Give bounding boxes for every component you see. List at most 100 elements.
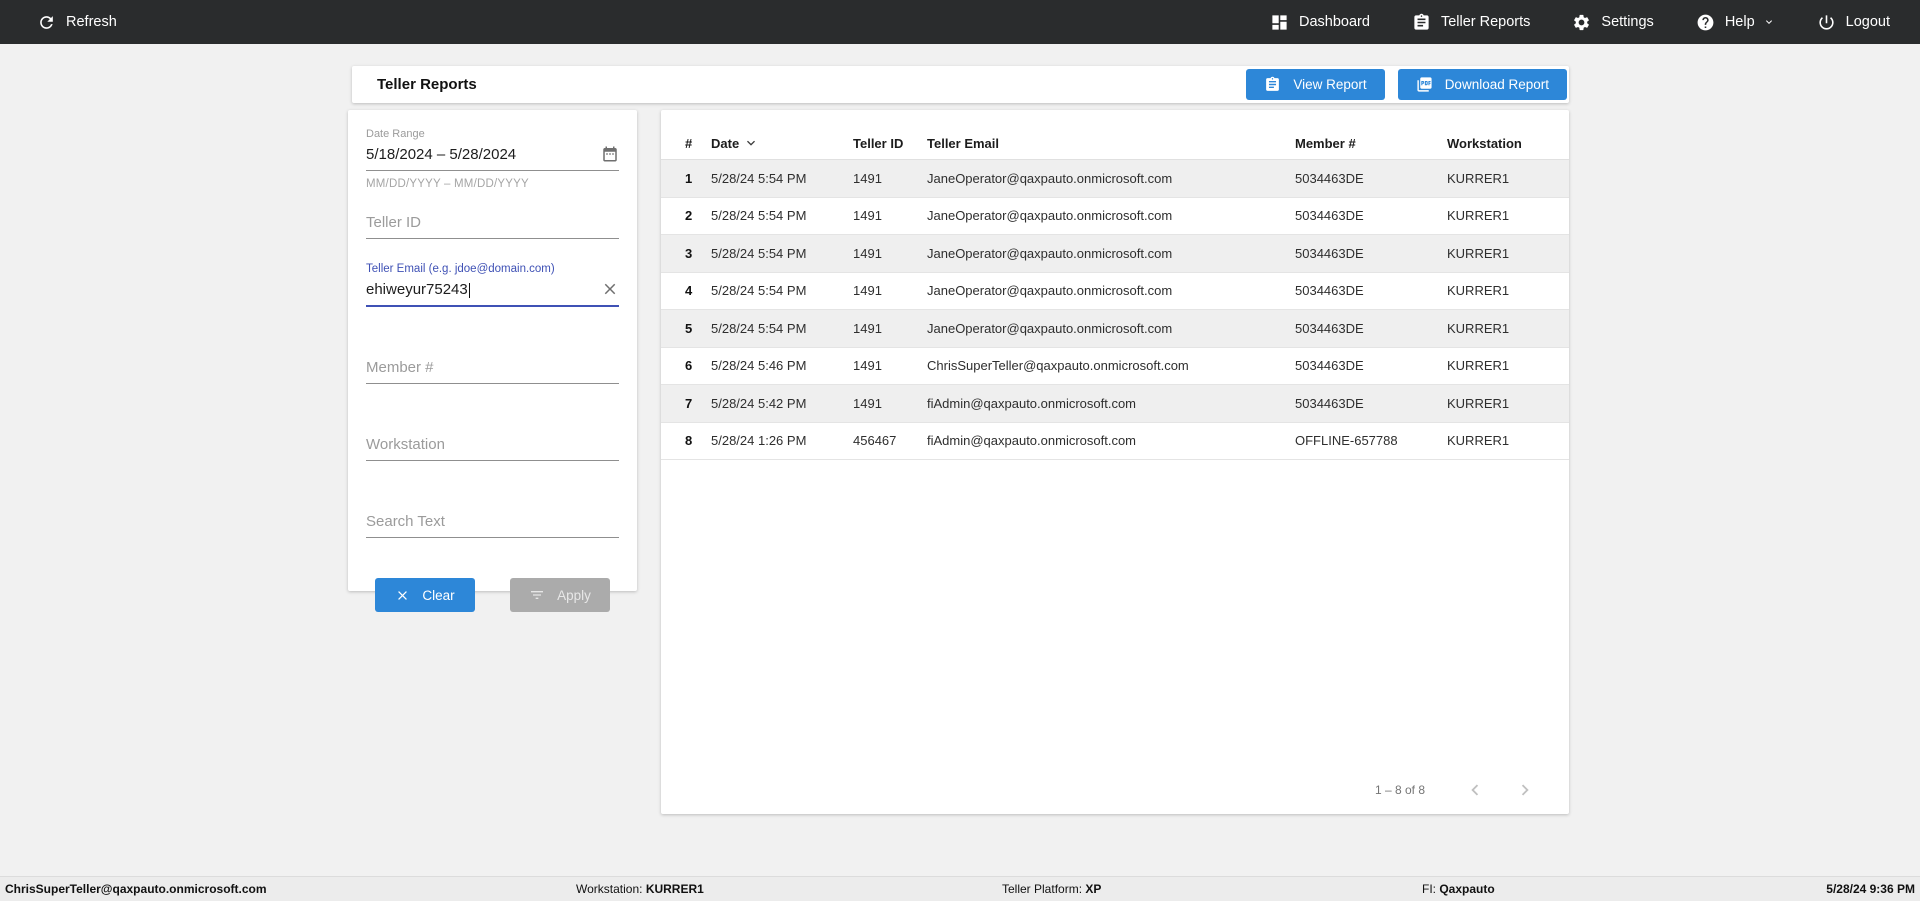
cell-teller-email: JaneOperator@qaxpauto.onmicrosoft.com — [927, 283, 1173, 299]
calendar-icon[interactable] — [601, 145, 619, 163]
pdf-icon — [1417, 77, 1432, 92]
chevron-down-icon — [1765, 20, 1772, 24]
table-row[interactable]: 5 5/28/24 5:54 PM 1491 JaneOperator@qaxp… — [661, 310, 1569, 348]
status-user-email: ChrisSuperTeller@qaxpauto.onmicrosoft.co… — [5, 882, 267, 896]
cell-date: 5/28/24 5:42 PM — [711, 395, 807, 411]
cell-member-number: 5034463DE — [1295, 245, 1364, 261]
cell-member-number: 5034463DE — [1295, 320, 1364, 336]
title-bar: Teller Reports View Report Download Repo… — [352, 66, 1569, 103]
table-row[interactable]: 3 5/28/24 5:54 PM 1491 JaneOperator@qaxp… — [661, 235, 1569, 273]
member-number-input[interactable]: Member # — [366, 359, 434, 376]
pagination-range-label: 1 – 8 of 8 — [1374, 783, 1425, 797]
teller-id-input[interactable]: Teller ID — [366, 214, 421, 231]
cell-teller-id: 1491 — [853, 358, 882, 374]
cell-member-number: 5034463DE — [1295, 395, 1364, 411]
col-date-label: Date — [711, 135, 740, 151]
apply-button[interactable]: Apply — [510, 578, 610, 612]
download-report-label: Download Report — [1444, 77, 1549, 92]
view-report-button[interactable]: View Report — [1246, 69, 1385, 100]
row-number: 6 — [685, 358, 693, 374]
table-row[interactable]: 7 5/28/24 5:42 PM 1491 fiAdmin@qaxpauto.… — [661, 385, 1569, 423]
nav-settings[interactable]: Settings — [1572, 13, 1654, 32]
chevron-right-icon — [1521, 784, 1529, 796]
cell-member-number: 5034463DE — [1295, 170, 1364, 186]
cell-teller-email: fiAdmin@qaxpauto.onmicrosoft.com — [927, 395, 1137, 411]
row-number: 3 — [685, 245, 693, 261]
paginator: 1 – 8 of 8 — [1375, 778, 1537, 802]
col-date-sort[interactable]: Date — [711, 135, 853, 151]
cell-teller-email: JaneOperator@qaxpauto.onmicrosoft.com — [927, 245, 1173, 261]
status-fi: FI: Qaxpauto — [1422, 882, 1495, 896]
cell-workstation: KURRER1 — [1447, 170, 1510, 186]
cell-workstation: KURRER1 — [1447, 433, 1510, 449]
status-bar: ChrisSuperTeller@qaxpauto.onmicrosoft.co… — [0, 876, 1920, 901]
page-background: Teller Reports View Report Download Repo… — [0, 44, 1920, 876]
cell-teller-id: 1491 — [853, 245, 882, 261]
cell-date: 5/28/24 5:46 PM — [711, 358, 807, 374]
nav-teller-reports[interactable]: Teller Reports — [1412, 13, 1530, 32]
date-range-input[interactable]: 5/18/2024 – 5/28/2024 — [366, 146, 516, 163]
topbar-right: Dashboard Teller Reports Settings Help L… — [1270, 13, 1890, 32]
table-body: 1 5/28/24 5:54 PM 1491 JaneOperator@qaxp… — [661, 160, 1569, 460]
table-row[interactable]: 4 5/28/24 5:54 PM 1491 JaneOperator@qaxp… — [661, 273, 1569, 310]
col-teller-email: Teller Email — [927, 135, 1000, 151]
clipboard-icon — [1266, 76, 1280, 91]
filter-icon — [531, 591, 544, 599]
cell-member-number: 5034463DE — [1295, 358, 1364, 374]
nav-dashboard[interactable]: Dashboard — [1270, 13, 1370, 32]
chevron-left-icon — [1471, 784, 1479, 796]
nav-help[interactable]: Help — [1696, 13, 1775, 32]
refresh-label: Refresh — [66, 14, 117, 30]
teller-email-input[interactable]: ehiweyur75243 — [366, 281, 470, 298]
cell-teller-id: 456467 — [853, 433, 897, 449]
cell-workstation: KURRER1 — [1447, 245, 1510, 261]
previous-page-button[interactable] — [1463, 778, 1487, 802]
cell-date: 5/28/24 5:54 PM — [711, 283, 807, 299]
cell-teller-email: ChrisSuperTeller@qaxpauto.onmicrosoft.co… — [927, 358, 1189, 374]
cell-teller-id: 1491 — [853, 208, 882, 224]
row-number: 5 — [685, 320, 693, 336]
title-actions: View Report Download Report — [1246, 69, 1567, 100]
nav-teller-reports-label: Teller Reports — [1440, 14, 1531, 30]
refresh-icon — [40, 15, 53, 29]
nav-logout[interactable]: Logout — [1817, 13, 1890, 32]
row-number: 1 — [685, 170, 693, 186]
clear-button[interactable]: Clear — [375, 578, 475, 612]
table-row[interactable]: 2 5/28/24 5:54 PM 1491 JaneOperator@qaxp… — [661, 198, 1569, 235]
cell-teller-email: fiAdmin@qaxpauto.onmicrosoft.com — [927, 433, 1137, 449]
text-caret — [468, 282, 470, 298]
cell-teller-email: JaneOperator@qaxpauto.onmicrosoft.com — [927, 208, 1173, 224]
row-number: 8 — [685, 433, 693, 449]
apply-button-label: Apply — [557, 587, 591, 603]
cell-workstation: KURRER1 — [1447, 208, 1510, 224]
cell-workstation: KURRER1 — [1447, 320, 1510, 336]
refresh-button[interactable]: Refresh — [37, 13, 117, 32]
col-number: # — [685, 135, 693, 151]
cell-member-number: 5034463DE — [1295, 283, 1364, 299]
cell-date: 5/28/24 5:54 PM — [711, 208, 807, 224]
clipboard-icon — [1414, 13, 1429, 30]
table-row[interactable]: 6 5/28/24 5:46 PM 1491 ChrisSuperTeller@… — [661, 348, 1569, 385]
date-range-hint: MM/DD/YYYY – MM/DD/YYYY — [366, 178, 529, 190]
cell-workstation: KURRER1 — [1447, 358, 1510, 374]
cell-teller-email: JaneOperator@qaxpauto.onmicrosoft.com — [927, 320, 1173, 336]
next-page-button[interactable] — [1513, 778, 1537, 802]
search-text-input[interactable]: Search Text — [366, 513, 445, 530]
nav-dashboard-label: Dashboard — [1299, 14, 1370, 30]
row-number: 7 — [685, 395, 693, 411]
teller-email-label: Teller Email (e.g. jdoe@domain.com) — [366, 263, 555, 275]
nav-settings-label: Settings — [1601, 14, 1654, 30]
dashboard-icon — [1272, 14, 1287, 30]
cell-teller-id: 1491 — [853, 395, 882, 411]
cell-workstation: KURRER1 — [1447, 283, 1510, 299]
cell-teller-id: 1491 — [853, 170, 882, 186]
table-row[interactable]: 1 5/28/24 5:54 PM 1491 JaneOperator@qaxp… — [661, 160, 1569, 198]
download-report-button[interactable]: Download Report — [1397, 69, 1567, 100]
clear-field-icon[interactable] — [601, 280, 619, 298]
page-title: Teller Reports — [377, 76, 477, 93]
table-row[interactable]: 8 5/28/24 1:26 PM 456467 fiAdmin@qaxpaut… — [661, 423, 1569, 460]
x-icon — [398, 590, 408, 600]
col-teller-id: Teller ID — [853, 135, 904, 151]
col-member-number: Member # — [1295, 135, 1356, 151]
workstation-input[interactable]: Workstation — [366, 436, 445, 453]
